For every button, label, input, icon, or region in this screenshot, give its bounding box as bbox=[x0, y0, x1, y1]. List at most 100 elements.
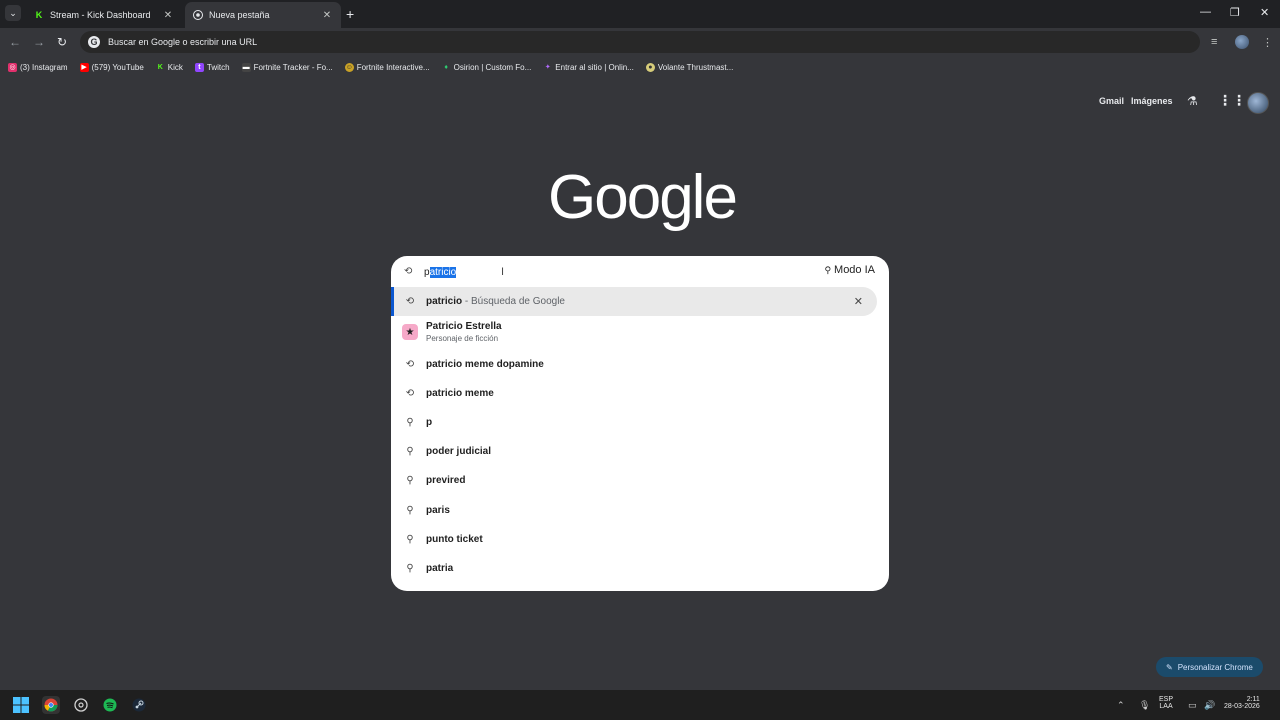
spotify-taskbar-icon[interactable] bbox=[101, 696, 119, 714]
bookmark-kick[interactable]: K Kick bbox=[156, 63, 183, 72]
bookmark-label: Entrar al sitio | Onlin... bbox=[555, 62, 634, 72]
osirion-icon: ♦ bbox=[444, 63, 448, 71]
kick-icon: K bbox=[35, 10, 43, 20]
typed-text: p bbox=[424, 267, 430, 278]
ai-search-icon: ⚲ bbox=[824, 264, 832, 275]
clock-time: 2:11 bbox=[1246, 696, 1260, 703]
search-icon: ⚲ bbox=[406, 417, 414, 428]
google-g-icon: G bbox=[88, 36, 100, 48]
volume-icon[interactable]: 🔊 bbox=[1204, 700, 1215, 711]
bookmark-label: (3) Instagram bbox=[20, 62, 68, 72]
bookmark-osirion[interactable]: ♦ Osirion | Custom Fo... bbox=[442, 63, 531, 72]
chrome-taskbar-icon[interactable] bbox=[42, 696, 60, 714]
suggestion-item[interactable]: ⟲ patricio - Búsqueda de Google ✕ bbox=[391, 287, 877, 316]
network-icon[interactable]: ▭ bbox=[1188, 700, 1197, 711]
minimize-icon[interactable]: — bbox=[1200, 6, 1211, 18]
suggestion-text: punto ticket bbox=[426, 534, 483, 545]
profile-avatar[interactable] bbox=[1247, 92, 1269, 114]
microphone-icon[interactable]: 🎙 bbox=[1139, 700, 1150, 711]
suggestion-text: patricio meme bbox=[426, 388, 494, 399]
back-icon[interactable]: ← bbox=[9, 35, 21, 49]
menu-kebab-icon[interactable]: ⋮ bbox=[1262, 36, 1273, 49]
profile-avatar-toolbar[interactable] bbox=[1235, 35, 1249, 49]
images-link[interactable]: Imágenes bbox=[1131, 96, 1173, 106]
suggestion-item[interactable]: ⚲ patria bbox=[391, 554, 889, 583]
tab-strip: ⌄ K Stream - Kick Dashboard ✕ Nueva pest… bbox=[0, 0, 1280, 28]
pencil-icon: ✎ bbox=[1166, 662, 1173, 672]
bookmarks-bar: ◎ (3) Instagram ▶ (579) YouTube K Kick t Twi… bbox=[0, 56, 1280, 78]
chatgpt-taskbar-icon[interactable] bbox=[72, 696, 90, 714]
suggestion-item[interactable]: ⚲ p bbox=[391, 408, 889, 437]
show-hidden-icons-chevron-icon[interactable]: ⌃ bbox=[1117, 700, 1125, 711]
tab-search-button[interactable]: ⌄ bbox=[5, 5, 21, 21]
labs-flask-icon[interactable]: ⚗ bbox=[1187, 94, 1198, 108]
bookmark-twitch[interactable]: t Twitch bbox=[194, 62, 230, 72]
suggestion-item[interactable]: ⚲ previred bbox=[391, 466, 889, 495]
suggestion-query: patricio bbox=[426, 296, 463, 307]
bookmark-fortnite-interactive[interactable]: ☺ Fortnite Interactive... bbox=[344, 62, 430, 72]
suggestion-text: patricio meme dopamine bbox=[426, 359, 544, 370]
bookmark-label: Fortnite Tracker - Fo... bbox=[253, 62, 333, 72]
tab-kick-dashboard[interactable]: K Stream - Kick Dashboard ✕ bbox=[26, 2, 182, 28]
autocomplete-selection: atricio bbox=[429, 267, 457, 278]
google-logo: Google bbox=[548, 163, 738, 232]
omnibox[interactable]: G Buscar en Google o escribir una URL bbox=[80, 31, 1200, 53]
omnibox-placeholder: Buscar en Google o escribir una URL bbox=[108, 37, 258, 47]
media-controls-icon[interactable]: ≡ bbox=[1211, 36, 1217, 48]
close-tab-icon[interactable]: ✕ bbox=[321, 10, 333, 21]
bookmark-online[interactable]: ✦ Entrar al sitio | Onlin... bbox=[543, 63, 634, 72]
new-tab-button[interactable]: + bbox=[346, 6, 354, 22]
windows-start-icon[interactable] bbox=[12, 696, 30, 714]
keyboard-layout: LAA bbox=[1159, 703, 1173, 710]
search-icon: ⚲ bbox=[406, 563, 414, 574]
bookmark-label: Twitch bbox=[206, 62, 230, 72]
history-icon: ⟲ bbox=[405, 296, 415, 307]
suggestion-item[interactable]: ⟲ patricio meme bbox=[391, 379, 889, 408]
suggestion-text: patricio - Búsqueda de Google bbox=[426, 296, 565, 307]
suggestion-item-rich[interactable]: ★ Patricio Estrella Personaje de ficción bbox=[391, 317, 889, 347]
forward-icon[interactable]: → bbox=[33, 35, 45, 49]
thrustmaster-icon: ● bbox=[645, 62, 655, 72]
chevron-down-icon: ⌄ bbox=[9, 7, 17, 18]
search-icon: ⚲ bbox=[406, 534, 414, 545]
modo-ia-button[interactable]: ⚲ Modo IA bbox=[824, 264, 875, 276]
close-tab-icon[interactable]: ✕ bbox=[162, 10, 174, 21]
remove-suggestion-icon[interactable]: ✕ bbox=[854, 295, 863, 308]
suggestion-text: previred bbox=[426, 475, 466, 486]
history-icon: ⟲ bbox=[405, 359, 415, 370]
tab-title: Stream - Kick Dashboard bbox=[50, 10, 151, 20]
clock-date: 28-03-2026 bbox=[1224, 703, 1260, 710]
suggestion-item[interactable]: ⚲ poder judicial bbox=[391, 437, 889, 466]
suggestion-item[interactable]: ⚲ punto ticket bbox=[391, 525, 889, 554]
restore-icon[interactable]: ❐ bbox=[1230, 6, 1240, 19]
tab-title: Nueva pestaña bbox=[209, 10, 270, 20]
steam-taskbar-icon[interactable] bbox=[130, 696, 148, 714]
fortnite-icon: ☺ bbox=[344, 62, 354, 72]
bookmark-thrustmaster[interactable]: ● Volante Thrustmast... bbox=[645, 62, 733, 72]
history-icon: ⟲ bbox=[405, 388, 415, 399]
suggestion-subtitle: Personaje de ficción bbox=[426, 334, 499, 343]
bookmark-instagram[interactable]: ◎ (3) Instagram bbox=[8, 62, 68, 72]
suggestion-item[interactable]: ⟲ patricio meme dopamine bbox=[391, 350, 889, 379]
reload-icon[interactable]: ↻ bbox=[57, 35, 67, 49]
tab-nueva-pestana[interactable]: Nueva pestaña ✕ bbox=[185, 2, 341, 28]
windows-taskbar: ⌃ 🎙 ESP LAA ▭ 🔊 2:11 28-03-2026 bbox=[0, 690, 1280, 720]
suggestion-text: patria bbox=[426, 563, 454, 574]
suggestion-item[interactable]: ⚲ paris bbox=[391, 496, 889, 525]
gmail-link[interactable]: Gmail bbox=[1099, 96, 1124, 106]
language-indicator[interactable]: ESP LAA bbox=[1159, 696, 1173, 710]
personalize-chrome-button[interactable]: ✎ Personalizar Chrome bbox=[1156, 657, 1263, 677]
close-window-icon[interactable]: ✕ bbox=[1260, 6, 1269, 19]
patrick-star-thumbnail: ★ bbox=[402, 324, 418, 340]
youtube-icon: ▶ bbox=[79, 62, 89, 72]
new-tab-page: Gmail Imágenes ⚗ ⋮⋮⋮ Google ⟲ patricio I… bbox=[0, 78, 1280, 690]
bookmark-label: Kick bbox=[167, 62, 183, 72]
search-icon: ⚲ bbox=[406, 505, 414, 516]
search-input[interactable]: ⟲ patricio I ⚲ Modo IA bbox=[391, 256, 889, 288]
toolbar: ← → ↻ G Buscar en Google o escribir una … bbox=[0, 28, 1280, 56]
bookmark-youtube[interactable]: ▶ (579) YouTube bbox=[79, 62, 144, 72]
bookmark-fortnite-tracker[interactable]: ▬ Fortnite Tracker - Fo... bbox=[241, 62, 333, 72]
clock[interactable]: 2:11 28-03-2026 bbox=[1224, 696, 1260, 710]
suggestion-text: poder judicial bbox=[426, 446, 492, 457]
bookmark-label: Fortnite Interactive... bbox=[356, 62, 430, 72]
